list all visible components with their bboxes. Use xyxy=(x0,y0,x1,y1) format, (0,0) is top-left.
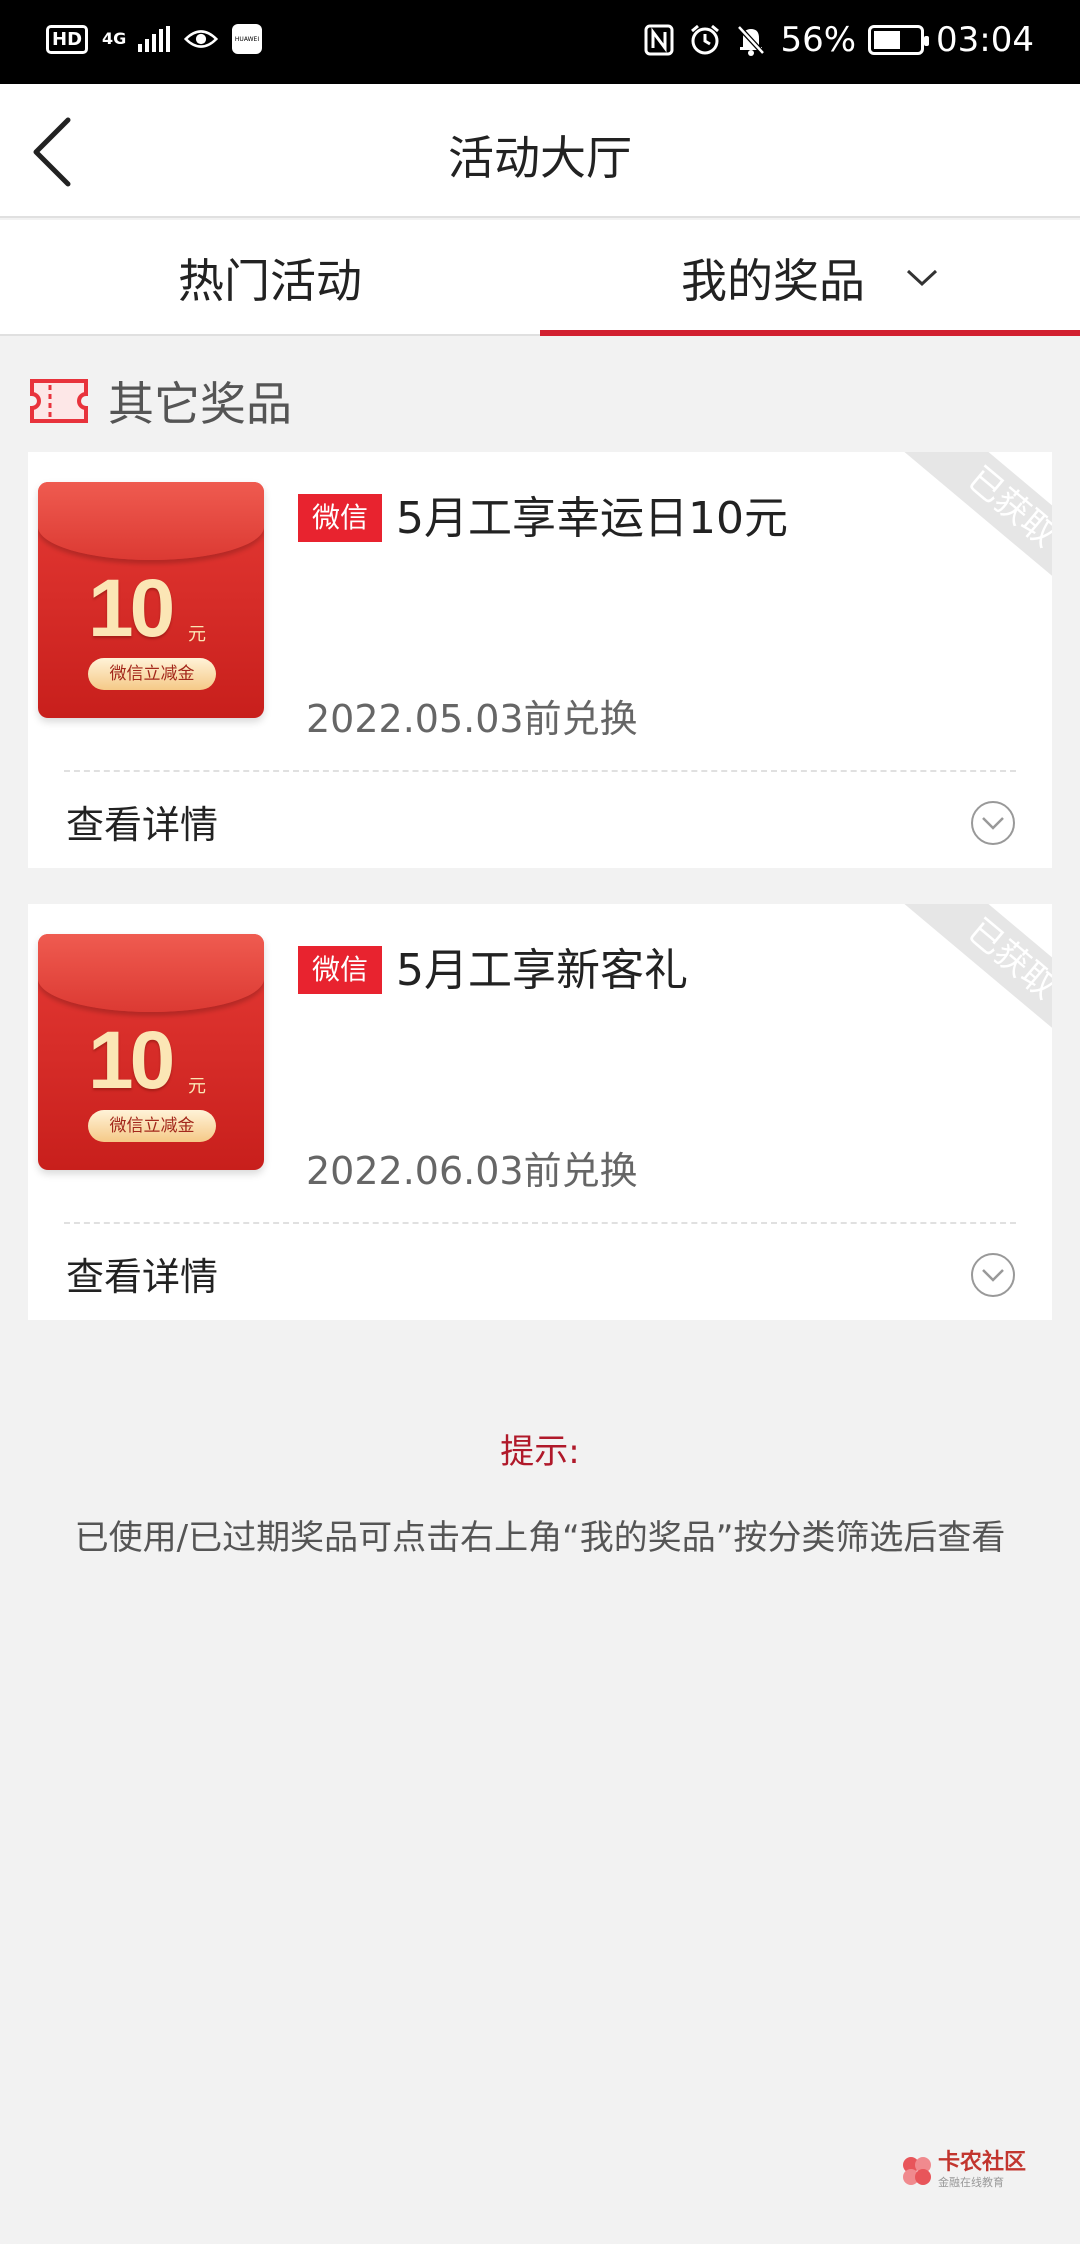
status-ribbon: 已获取 xyxy=(882,452,1052,592)
divider xyxy=(64,770,1016,772)
status-ribbon-label: 已获取 xyxy=(902,452,1052,592)
tab-label: 热门活动 xyxy=(178,254,362,308)
prize-name: 5月工享幸运日10元 xyxy=(396,493,788,544)
huawei-icon: HUAWEI xyxy=(232,24,263,54)
watermark-logo-icon xyxy=(903,2157,931,2185)
status-ribbon-label: 已获取 xyxy=(902,904,1052,1044)
mute-icon xyxy=(734,23,768,57)
active-tab-indicator xyxy=(540,330,1080,336)
tab-label: 我的奖品 xyxy=(681,254,865,308)
network-type: 4G xyxy=(102,29,127,48)
prize-name: 5月工享新客礼 xyxy=(396,945,688,996)
status-ribbon: 已获取 xyxy=(882,904,1052,1044)
tab-hot-activities[interactable]: 热门活动 xyxy=(0,220,540,336)
watermark: 卡农社区 金融在线教育 xyxy=(900,2152,1026,2190)
section-title: 其它奖品 xyxy=(108,377,292,431)
nfc-icon xyxy=(642,23,676,57)
eye-icon xyxy=(184,22,219,56)
ticket-icon xyxy=(30,379,88,423)
redeem-deadline: 2022.06.03前兑换 xyxy=(306,1149,638,1193)
signal-icon xyxy=(138,26,171,52)
hd-icon: HD xyxy=(46,24,89,54)
clock-time: 03:04 xyxy=(936,20,1034,60)
watermark-sub: 金融在线教育 xyxy=(938,2176,1004,2189)
chevron-down-icon[interactable] xyxy=(905,268,939,288)
envelope-tag: 微信立减金 xyxy=(88,1110,216,1142)
section-header: 其它奖品 xyxy=(28,368,292,434)
envelope-unit: 元 xyxy=(188,1076,206,1097)
app-header: 活动大厅 xyxy=(0,84,1080,218)
page-title: 活动大厅 xyxy=(448,131,632,185)
envelope-amount: 10 xyxy=(88,563,175,654)
view-details-link[interactable]: 查看详情 xyxy=(66,794,218,849)
envelope-amount: 10 xyxy=(88,1015,175,1106)
envelope-unit: 元 xyxy=(188,624,206,645)
battery-icon xyxy=(868,25,930,55)
wechat-badge: 微信 xyxy=(298,946,382,994)
wechat-badge: 微信 xyxy=(298,494,382,542)
tip-text: 已使用/已过期奖品可点击右上角“我的奖品”按分类筛选后查看 xyxy=(74,1518,1006,1558)
tip-title: 提示: xyxy=(500,1432,580,1472)
battery-percent: 56% xyxy=(780,20,857,60)
prize-card: 10 元 微信立减金 微信 5月工享新客礼 2022.06.03前兑换 已获取 … xyxy=(28,904,1052,1320)
tab-my-prizes[interactable]: 我的奖品 xyxy=(540,220,1080,336)
envelope-tag: 微信立减金 xyxy=(88,658,216,690)
view-details-link[interactable]: 查看详情 xyxy=(66,1246,218,1301)
expand-chevron-icon[interactable] xyxy=(970,1252,1016,1298)
alarm-icon xyxy=(688,23,722,57)
prize-card: 10 元 微信立减金 微信 5月工享幸运日10元 2022.05.03前兑换 已… xyxy=(28,452,1052,868)
status-left: HD 4G HUAWEI xyxy=(46,22,263,56)
watermark-main: 卡农社区 xyxy=(938,2150,1027,2175)
status-right: 56% 03:04 xyxy=(642,20,1034,60)
status-bar: HD 4G HUAWEI 56% 03:04 xyxy=(0,0,1080,84)
expand-chevron-icon[interactable] xyxy=(970,800,1016,846)
tab-bar: 热门活动 我的奖品 xyxy=(0,220,1080,336)
divider xyxy=(64,1222,1016,1224)
red-envelope-image: 10 元 微信立减金 xyxy=(38,934,264,1170)
redeem-deadline: 2022.05.03前兑换 xyxy=(306,697,638,741)
red-envelope-image: 10 元 微信立减金 xyxy=(38,482,264,718)
